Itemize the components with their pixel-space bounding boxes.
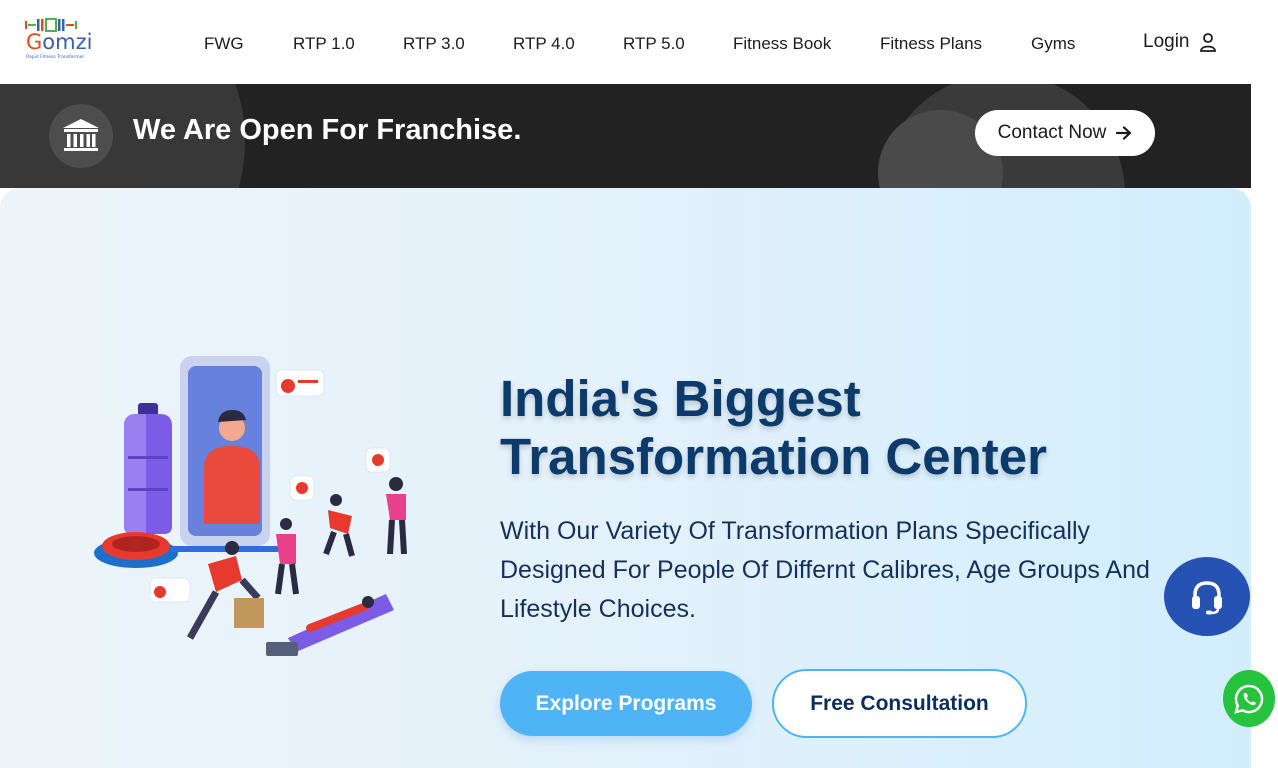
whatsapp-button[interactable] — [1223, 670, 1275, 727]
login-button[interactable]: Login — [1143, 30, 1217, 54]
nav-item-rtp-5[interactable]: RTP 5.0 — [623, 34, 685, 54]
free-consultation-label: Free Consultation — [810, 691, 989, 715]
franchise-title: We Are Open For Franchise. — [133, 114, 522, 146]
login-label: Login — [1143, 31, 1190, 52]
hero-section: India's Biggest Transformation Center Wi… — [0, 188, 1251, 768]
hero-title: India's Biggest Transformation Center — [500, 370, 1047, 486]
brand-logo[interactable]: Gomzi Rapid Fitness Transformer — [24, 18, 100, 62]
support-chat-button[interactable] — [1164, 557, 1250, 636]
hero-subtitle: With Our Variety Of Transformation Plans… — [500, 517, 1150, 623]
hero-title-line-2: Transformation Center — [500, 428, 1047, 485]
navbar: Gomzi Rapid Fitness Transformer FWG RTP … — [0, 0, 1278, 84]
nav-item-fwg[interactable]: FWG — [204, 34, 244, 54]
explore-programs-button[interactable]: Explore Programs — [500, 671, 752, 736]
phone-screen — [170, 356, 280, 552]
nav-item-fitness-plans[interactable]: Fitness Plans — [880, 34, 982, 54]
bank-icon — [63, 119, 99, 151]
brand-name: Gomzi — [26, 30, 93, 54]
nav-item-rtp-3[interactable]: RTP 3.0 — [403, 34, 465, 54]
contact-now-button[interactable]: Contact Now — [975, 110, 1155, 156]
user-icon — [1199, 33, 1216, 52]
nav-item-rtp-1[interactable]: RTP 1.0 — [293, 34, 355, 54]
whatsapp-icon — [1234, 684, 1264, 714]
water-bottle — [124, 403, 172, 534]
nav-item-gyms[interactable]: Gyms — [1031, 34, 1075, 54]
fitness-band — [94, 532, 178, 568]
contact-now-label: Contact Now — [997, 122, 1107, 143]
bank-icon-badge — [49, 104, 113, 168]
brand-tagline: Rapid Fitness Transformer — [26, 55, 85, 60]
nav-item-fitness-book[interactable]: Fitness Book — [733, 34, 831, 54]
arrow-right-icon — [1116, 126, 1132, 140]
hero-title-line-1: India's Biggest — [500, 370, 861, 427]
nav-item-rtp-4[interactable]: RTP 4.0 — [513, 34, 575, 54]
explore-programs-label: Explore Programs — [535, 691, 717, 715]
fitness-illustration — [94, 356, 407, 656]
free-consultation-button[interactable]: Free Consultation — [772, 669, 1027, 738]
franchise-banner: We Are Open For Franchise. Contact Now — [0, 84, 1251, 188]
headset-icon — [1192, 580, 1222, 614]
